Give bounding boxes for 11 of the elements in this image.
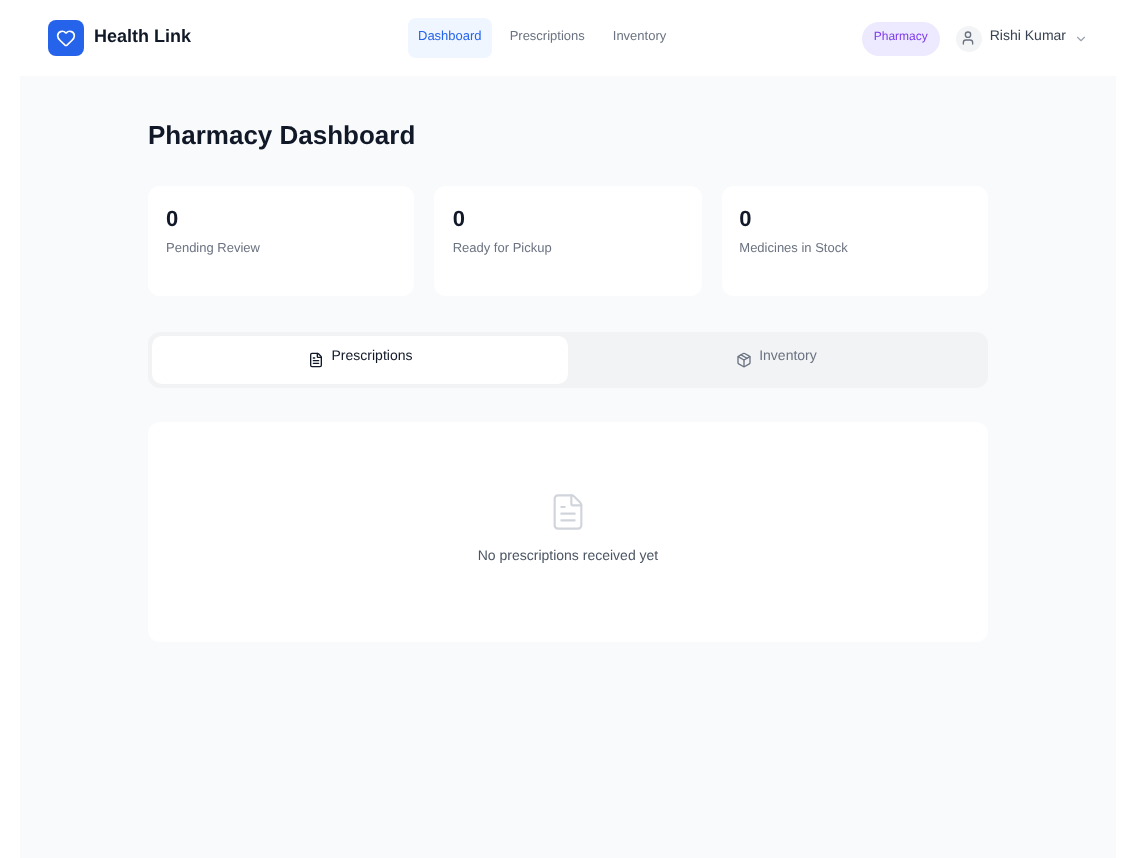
brand-name: Health Link <box>94 24 192 51</box>
stat-value: 0 <box>739 209 754 231</box>
package-icon <box>735 351 752 367</box>
stat-value: 0 <box>166 209 181 231</box>
document-icon <box>307 351 324 367</box>
user-icon <box>955 25 982 51</box>
stat-value: 0 <box>452 209 467 231</box>
chevron-down-icon <box>1074 31 1088 45</box>
document-icon <box>548 492 588 533</box>
heart-logo-icon <box>48 20 84 56</box>
page-title: Pharmacy Dashboard <box>148 118 418 154</box>
